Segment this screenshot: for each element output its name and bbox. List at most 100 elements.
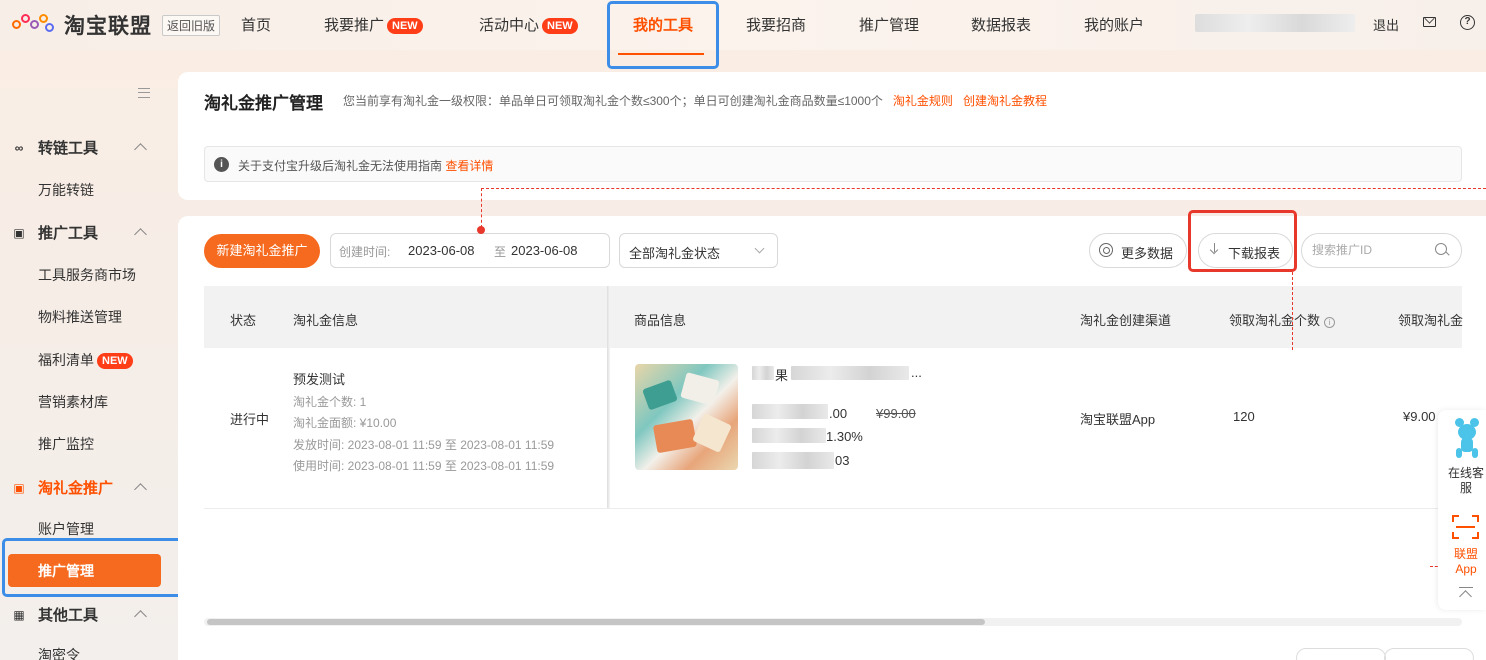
back-to-top-icon[interactable] <box>1458 587 1474 603</box>
row-issue-time: 发放时间: 2023-08-01 11:59 至 2023-08-01 11:5… <box>293 438 555 452</box>
sidebar-group-label: 推广工具 <box>38 225 99 242</box>
annotation-line <box>481 188 482 228</box>
notice-message: 关于支付宝升级后淘礼金无法使用指南 <box>238 159 443 173</box>
sidebar-group-taolijin[interactable]: ▣ 淘礼金推广 <box>12 477 113 498</box>
date-end-value[interactable]: 2023-06-08 <box>511 243 578 258</box>
sidebar-item-account-management[interactable]: 账户管理 <box>38 519 94 539</box>
pagination-next[interactable] <box>1384 648 1474 660</box>
sidebar-item-tool-market[interactable]: 工具服务商市场 <box>38 265 136 285</box>
user-info-redacted <box>1195 14 1355 32</box>
redacted-text <box>752 428 826 443</box>
quota-info: 您当前享有淘礼金一级权限：单品单日可领取淘礼金个数≤300个；单日可创建淘礼金商… <box>343 92 1047 109</box>
tutorial-link[interactable]: 创建淘礼金教程 <box>963 94 1047 108</box>
row-claimed-count: 120 <box>1233 409 1255 424</box>
horizontal-scrollbar-thumb[interactable] <box>207 619 985 625</box>
new-badge: NEW <box>97 353 133 369</box>
status-select-value: 全部淘礼金状态 <box>629 246 721 261</box>
nav-activity-label: 活动中心 <box>479 17 540 34</box>
gift-icon: ▣ <box>13 480 25 495</box>
nav-data-reports[interactable]: 数据报表 <box>971 14 1031 35</box>
mail-icon[interactable] <box>1423 17 1436 27</box>
redacted-text <box>752 452 834 469</box>
mascot-icon[interactable] <box>1452 418 1482 458</box>
chevron-up-icon[interactable] <box>134 483 147 496</box>
logout-link[interactable]: 退出 <box>1373 15 1399 34</box>
sidebar-item-marketing-assets[interactable]: 营销素材库 <box>38 392 108 412</box>
row-amount: 淘礼金面额: ¥10.00 <box>293 416 397 430</box>
gear-icon <box>1099 243 1113 257</box>
product-price: .00 <box>829 406 848 421</box>
chevron-up-icon[interactable] <box>134 143 147 156</box>
sidebar-group-label: 转链工具 <box>38 140 99 157</box>
chevron-up-icon[interactable] <box>134 228 147 241</box>
nav-home[interactable]: 首页 <box>241 14 271 35</box>
product-original-price: ¥99.00 <box>876 406 916 421</box>
alliance-app-label[interactable]: 联盟App <box>1448 547 1484 577</box>
new-taolijin-button[interactable]: 新建淘礼金推广 <box>204 234 320 268</box>
logo-mark-icon <box>12 12 58 38</box>
row-status: 进行中 <box>230 412 270 427</box>
sidebar-item-taomiling[interactable]: 淘密令 <box>38 645 80 660</box>
help-icon[interactable]: ? <box>1460 15 1475 30</box>
info-circle-icon[interactable]: i <box>1324 317 1336 328</box>
back-to-old-version-button[interactable]: 返回旧版 <box>162 15 221 36</box>
nav-promotion-management[interactable]: 推广管理 <box>859 14 919 35</box>
brand-name: 淘宝联盟 <box>64 15 152 38</box>
annotation-line <box>1292 272 1293 350</box>
notice-text: 关于支付宝升级后淘礼金无法使用指南 查看详情 <box>238 157 493 174</box>
redacted-text <box>791 366 909 380</box>
new-badge: NEW <box>542 18 578 34</box>
product-title-fragment[interactable]: 果 <box>775 365 788 384</box>
notice-details-link[interactable]: 查看详情 <box>445 159 493 173</box>
more-data-label: 更多数据 <box>1121 246 1174 261</box>
sidebar-group-link-tools[interactable]: ∞ 转链工具 <box>12 137 98 158</box>
column-header-label: 领取淘礼金个数 <box>1229 313 1321 328</box>
date-start-value[interactable]: 2023-06-08 <box>408 243 475 258</box>
page-title: 淘礼金推广管理 <box>204 94 323 113</box>
redacted-text <box>752 366 774 380</box>
nav-promote-label: 我要推广 <box>324 17 385 34</box>
sidebar-group-label: 淘礼金推广 <box>38 480 114 497</box>
column-header-channel: 淘礼金创建渠道 <box>1080 313 1172 328</box>
date-separator: 至 <box>494 245 507 259</box>
sidebar-item-material-push[interactable]: 物料推送管理 <box>38 307 122 327</box>
sidebar-item-promotion-monitor[interactable]: 推广监控 <box>38 434 94 454</box>
nav-my-account[interactable]: 我的账户 <box>1084 14 1144 35</box>
toolbox-icon: ▣ <box>13 225 25 240</box>
highlight-box-my-tools <box>607 1 719 69</box>
nav-activity-center[interactable]: 活动中心 NEW <box>479 14 578 35</box>
image-icon: ▦ <box>13 607 25 622</box>
row-use-time: 使用时间: 2023-08-01 11:59 至 2023-08-01 11:5… <box>293 459 555 473</box>
product-id-fragment: 03 <box>835 453 850 468</box>
online-service-label[interactable]: 在线客服 <box>1448 466 1484 496</box>
scan-qr-icon[interactable] <box>1452 515 1479 539</box>
column-header-taolijin-info: 淘礼金信息 <box>293 313 359 328</box>
nav-promote[interactable]: 我要推广 NEW <box>324 14 423 35</box>
column-header-status: 状态 <box>230 313 257 328</box>
product-commission-rate: 1.30% <box>826 429 863 444</box>
link-icon: ∞ <box>14 140 24 155</box>
column-header-claimed-amount: 领取淘礼金 <box>1398 313 1464 328</box>
rules-link[interactable]: 淘礼金规则 <box>893 94 953 108</box>
sidebar-group-promotion-tools[interactable]: ▣ 推广工具 <box>12 222 98 243</box>
info-icon: i <box>214 157 229 172</box>
column-header-claimed-count: 领取淘礼金个数 i <box>1229 310 1336 329</box>
sidebar-group-other-tools[interactable]: ▦ 其他工具 <box>12 604 98 625</box>
row-claimed-amount: ¥9.00 <box>1403 409 1436 424</box>
product-title-ellipsis: ... <box>911 365 922 380</box>
column-header-product-info: 商品信息 <box>634 313 687 328</box>
product-image[interactable] <box>635 364 738 470</box>
sidebar-collapse-icon[interactable] <box>138 88 150 98</box>
row-name: 预发测试 <box>293 372 346 387</box>
sidebar-item-universal-link[interactable]: 万能转链 <box>38 180 94 200</box>
nav-merchant-recruit[interactable]: 我要招商 <box>746 14 806 35</box>
chevron-up-icon[interactable] <box>134 610 147 623</box>
highlight-box-download-report <box>1188 210 1297 272</box>
sidebar-group-label: 其他工具 <box>38 607 99 624</box>
row-count: 淘礼金个数: 1 <box>293 395 367 409</box>
brand-logo[interactable]: 淘宝联盟 <box>12 10 152 40</box>
date-label: 创建时间: <box>339 245 391 259</box>
search-icon[interactable] <box>1435 243 1447 255</box>
pagination-prev[interactable] <box>1296 648 1386 660</box>
sidebar-item-benefit-list[interactable]: 福利清单 NEW <box>38 350 133 370</box>
